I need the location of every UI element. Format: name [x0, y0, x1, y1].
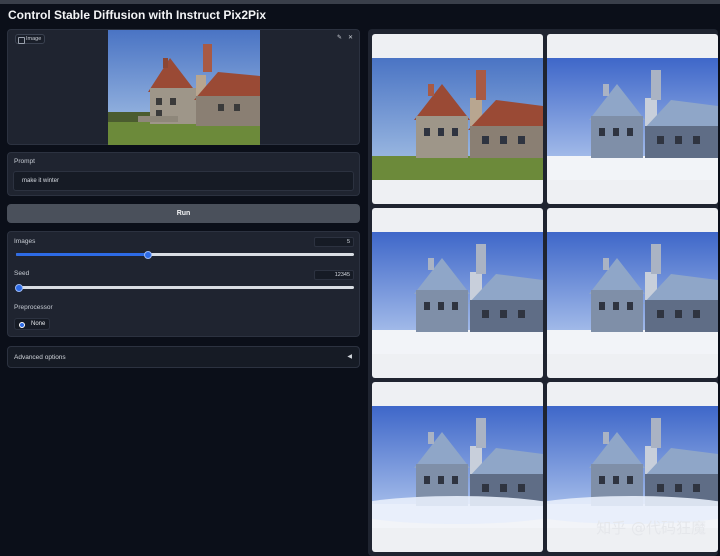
- image-label: Image: [15, 34, 46, 44]
- seed-slider-thumb[interactable]: [15, 283, 23, 292]
- images-label: Images: [14, 238, 36, 245]
- image-input-panel[interactable]: Image ✎ ✕: [7, 29, 360, 145]
- settings-panel: Images 5 Seed 12345 Preprocessor: [7, 231, 360, 337]
- pencil-icon[interactable]: ✎: [335, 34, 344, 43]
- images-slider-thumb[interactable]: [144, 250, 152, 259]
- page-title: Control Stable Diffusion with Instruct P…: [8, 8, 267, 22]
- prompt-panel: Prompt make it winter: [7, 152, 360, 196]
- triangle-left-icon: ◀: [347, 354, 352, 360]
- radio-label-none: None: [31, 320, 46, 327]
- seed-label: Seed: [14, 270, 30, 277]
- gallery-image-4[interactable]: [547, 208, 718, 378]
- gallery-image-5[interactable]: [372, 382, 543, 552]
- images-number-input[interactable]: 5: [314, 237, 354, 247]
- prompt-input[interactable]: make it winter: [13, 171, 354, 191]
- prompt-label: Prompt: [14, 158, 35, 165]
- image-label-text: Image: [26, 36, 42, 42]
- advanced-options-label: Advanced options: [14, 354, 66, 361]
- gallery-image-2[interactable]: [547, 34, 718, 204]
- image-icon: [18, 36, 25, 44]
- seed-number-input[interactable]: 12345: [314, 270, 354, 280]
- gallery-image-3[interactable]: [372, 208, 543, 378]
- seed-slider[interactable]: [15, 283, 354, 292]
- top-strip: [0, 0, 720, 4]
- images-slider[interactable]: [16, 250, 354, 259]
- images-slider-fill: [16, 253, 147, 256]
- gallery-image-1[interactable]: [372, 34, 543, 204]
- run-button[interactable]: Run: [7, 204, 360, 223]
- preprocessor-radio-none[interactable]: None: [14, 318, 50, 330]
- watermark: 知乎 @代码狂魔: [596, 519, 706, 537]
- input-image: [108, 30, 260, 145]
- preprocessor-label: Preprocessor: [14, 304, 53, 311]
- close-icon[interactable]: ✕: [346, 34, 355, 43]
- advanced-options-accordion[interactable]: Advanced options ◀: [7, 346, 360, 368]
- radio-selected-icon: [19, 321, 25, 328]
